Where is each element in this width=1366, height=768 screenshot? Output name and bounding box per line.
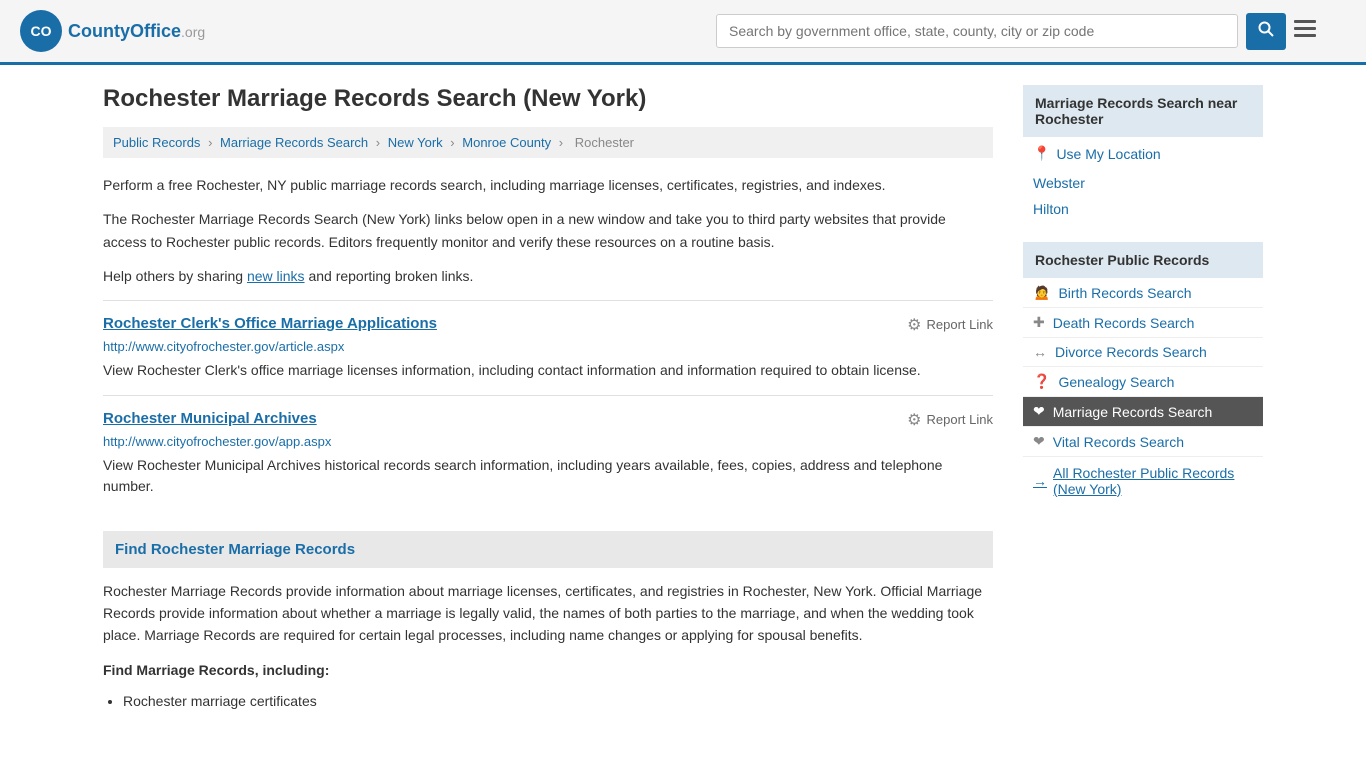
- sidebar-label: Divorce Records Search: [1055, 344, 1207, 360]
- record-url[interactable]: http://www.cityofrochester.gov/article.a…: [103, 339, 993, 354]
- find-sub-heading: Find Marriage Records, including:: [103, 659, 993, 681]
- all-records-label[interactable]: All Rochester Public Records (New York): [1053, 465, 1253, 497]
- vital-heart-icon: ❤: [1033, 433, 1045, 450]
- sidebar-item-death-records[interactable]: ✚ Death Records Search: [1023, 308, 1263, 338]
- record-description: View Rochester Municipal Archives histor…: [103, 455, 993, 497]
- person-icon: 🙍: [1033, 284, 1050, 301]
- record-title[interactable]: Rochester Clerk's Office Marriage Applic…: [103, 315, 437, 332]
- sidebar-nearby-section: Marriage Records Search near Rochester 📍…: [1023, 85, 1263, 222]
- breadcrumb-monroe-county[interactable]: Monroe County: [462, 135, 551, 150]
- sidebar-label: Death Records Search: [1053, 315, 1195, 331]
- heart-icon: ❤: [1033, 403, 1045, 420]
- sidebar-label: Marriage Records Search: [1053, 404, 1213, 420]
- report-link-button[interactable]: ⚙ Report Link: [907, 315, 993, 335]
- logo-icon: CO: [20, 10, 62, 52]
- sidebar-item-birth-records[interactable]: 🙍 Birth Records Search: [1023, 278, 1263, 308]
- find-section-heading: Find Rochester Marriage Records: [103, 531, 993, 568]
- sidebar: Marriage Records Search near Rochester 📍…: [1023, 85, 1263, 712]
- sidebar-label: Vital Records Search: [1053, 434, 1184, 450]
- breadcrumb-public-records[interactable]: Public Records: [113, 135, 200, 150]
- sidebar-item-vital-records[interactable]: ❤ Vital Records Search: [1023, 427, 1263, 457]
- breadcrumb-rochester: Rochester: [575, 135, 634, 150]
- record-url[interactable]: http://www.cityofrochester.gov/app.aspx: [103, 434, 993, 449]
- record-description: View Rochester Clerk's office marriage l…: [103, 360, 993, 381]
- intro-text-1: Perform a free Rochester, NY public marr…: [103, 174, 993, 196]
- sidebar-label: Birth Records Search: [1058, 285, 1191, 301]
- intro-text-3: Help others by sharing new links and rep…: [103, 265, 993, 287]
- record-title[interactable]: Rochester Municipal Archives: [103, 410, 317, 427]
- page-title: Rochester Marriage Records Search (New Y…: [103, 85, 993, 113]
- breadcrumb: Public Records › Marriage Records Search…: [103, 127, 993, 158]
- question-icon: ❓: [1033, 373, 1050, 390]
- breadcrumb-marriage-records[interactable]: Marriage Records Search: [220, 135, 368, 150]
- content-area: Rochester Marriage Records Search (New Y…: [103, 85, 993, 712]
- logo-suffix: .org: [181, 24, 205, 40]
- search-input[interactable]: [716, 14, 1238, 48]
- menu-button[interactable]: [1294, 18, 1316, 44]
- logo-text: CountyOffice.org: [68, 21, 205, 42]
- report-icon: ⚙: [907, 315, 921, 335]
- arrow-right-icon: →: [1033, 473, 1047, 489]
- find-section-body: Rochester Marriage Records provide infor…: [103, 580, 993, 647]
- records-list: Rochester Clerk's Office Marriage Applic…: [103, 300, 993, 511]
- report-label: Report Link: [927, 412, 993, 427]
- sidebar-public-records-section: Rochester Public Records 🙍 Birth Records…: [1023, 242, 1263, 505]
- search-button[interactable]: [1246, 13, 1286, 50]
- use-location-label: Use My Location: [1056, 146, 1160, 162]
- intro-text-2: The Rochester Marriage Records Search (N…: [103, 208, 993, 253]
- arrows-icon: ↔: [1033, 344, 1047, 360]
- report-label: Report Link: [927, 317, 993, 332]
- list-item: Rochester marriage certificates: [123, 693, 993, 709]
- breadcrumb-new-york[interactable]: New York: [388, 135, 443, 150]
- logo-name: CountyOffice: [68, 21, 181, 41]
- search-area: [716, 13, 1316, 50]
- sidebar-nearby-hilton[interactable]: Hilton: [1023, 196, 1263, 222]
- report-link-button[interactable]: ⚙ Report Link: [907, 410, 993, 430]
- sidebar-public-records-title: Rochester Public Records: [1023, 242, 1263, 278]
- sidebar-nearby-webster[interactable]: Webster: [1023, 170, 1263, 196]
- sidebar-item-marriage-records[interactable]: ❤ Marriage Records Search: [1023, 397, 1263, 427]
- use-location-button[interactable]: 📍 Use My Location: [1023, 137, 1263, 170]
- sidebar-label: Genealogy Search: [1058, 374, 1174, 390]
- sidebar-item-genealogy[interactable]: ❓ Genealogy Search: [1023, 367, 1263, 397]
- main-container: Rochester Marriage Records Search (New Y…: [83, 65, 1283, 732]
- report-icon: ⚙: [907, 410, 921, 430]
- sidebar-nearby-title: Marriage Records Search near Rochester: [1023, 85, 1263, 137]
- record-item: Rochester Municipal Archives ⚙ Report Li…: [103, 395, 993, 511]
- new-links-link[interactable]: new links: [247, 268, 305, 284]
- logo-area: CO CountyOffice.org: [20, 10, 205, 52]
- cross-icon: ✚: [1033, 314, 1045, 331]
- svg-text:CO: CO: [31, 23, 52, 39]
- sidebar-all-records-link[interactable]: → All Rochester Public Records (New York…: [1023, 457, 1263, 505]
- record-item: Rochester Clerk's Office Marriage Applic…: [103, 300, 993, 395]
- sidebar-item-divorce-records[interactable]: ↔ Divorce Records Search: [1023, 338, 1263, 367]
- find-bullets-list: Rochester marriage certificates: [123, 693, 993, 709]
- location-pin-icon: 📍: [1033, 145, 1050, 162]
- site-header: CO CountyOffice.org: [0, 0, 1366, 65]
